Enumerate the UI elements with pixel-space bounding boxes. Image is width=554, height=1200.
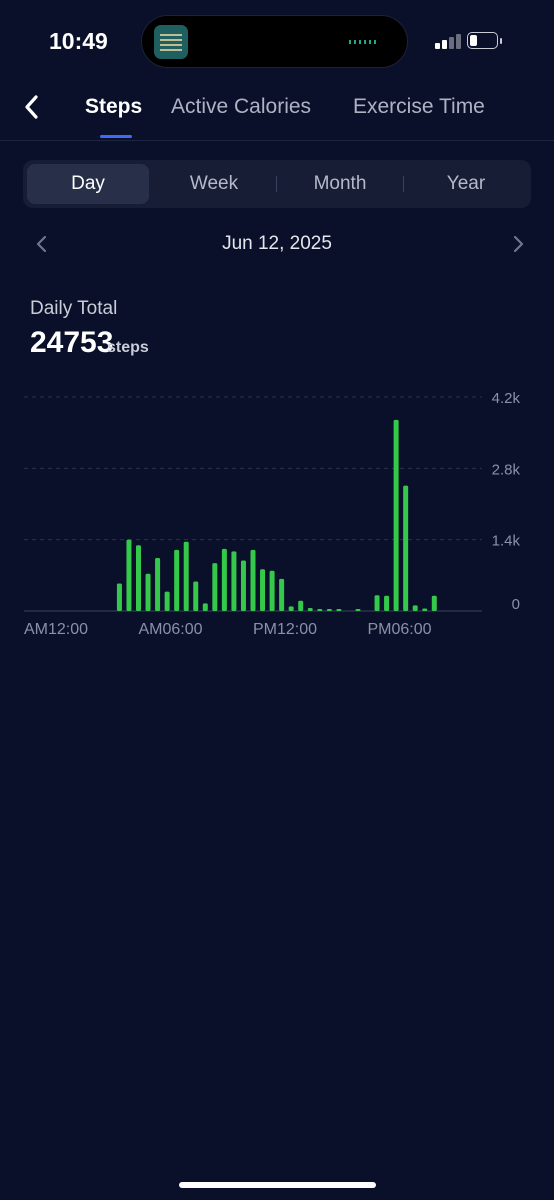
steps-bar <box>431 595 437 611</box>
steps-bar <box>279 578 285 611</box>
steps-bar <box>384 595 390 611</box>
steps-bar <box>336 609 342 611</box>
steps-bar <box>355 608 361 611</box>
chevron-right-icon <box>513 235 524 253</box>
x-tick-label: PM06:00 <box>368 621 432 638</box>
next-day-button[interactable] <box>504 230 532 258</box>
steps-bar <box>126 539 132 611</box>
summary-label: Daily Total <box>30 298 118 319</box>
steps-bar <box>221 548 227 611</box>
y-tick-label: 1.4k <box>492 533 521 550</box>
steps-bar <box>212 563 218 611</box>
segment-divider <box>403 176 404 192</box>
tab-active-calories[interactable]: Active Calories <box>171 95 311 119</box>
period-month[interactable]: Month <box>279 164 401 204</box>
y-tick-label: 0 <box>512 596 520 613</box>
steps-bar <box>193 581 199 611</box>
dynamic-island <box>141 15 408 68</box>
tab-exercise-time[interactable]: Exercise Time <box>353 95 485 119</box>
period-year[interactable]: Year <box>405 164 527 204</box>
steps-bar <box>240 560 246 611</box>
daily-summary: Daily Total 24753 steps <box>30 298 149 359</box>
period-week[interactable]: Week <box>153 164 275 204</box>
steps-bar <box>145 573 151 611</box>
steps-bar <box>393 419 399 611</box>
period-day[interactable]: Day <box>27 164 149 204</box>
cellular-signal-icon <box>435 33 463 49</box>
steps-bar <box>326 608 332 611</box>
current-date: Jun 12, 2025 <box>222 233 332 254</box>
total-steps-unit: steps <box>107 339 149 356</box>
audio-waveform-icon <box>349 40 379 44</box>
steps-bar <box>136 545 141 611</box>
steps-bar <box>116 583 122 611</box>
home-indicator <box>179 1182 376 1188</box>
steps-bar <box>317 608 323 611</box>
metric-tab-bar: Steps Active Calories Exercise Time <box>0 80 554 141</box>
x-tick-label: AM12:00 <box>24 621 88 638</box>
y-tick-label: 2.8k <box>492 461 521 478</box>
steps-bar <box>164 591 170 611</box>
total-steps-value: 24753 <box>30 326 114 359</box>
back-button[interactable] <box>18 92 48 122</box>
steps-bar <box>403 485 409 611</box>
status-time: 10:49 <box>49 28 108 54</box>
steps-bar <box>422 608 428 611</box>
steps-bar <box>412 605 418 611</box>
steps-bar <box>155 558 161 611</box>
date-navigator: Jun 12, 2025 <box>0 224 554 264</box>
steps-bar <box>307 607 313 611</box>
y-tick-label: 4.2k <box>492 390 521 407</box>
active-tab-indicator <box>100 135 132 138</box>
period-selector: Day Week Month Year <box>23 160 531 208</box>
status-bar: 10:49 <box>0 0 554 80</box>
battery-icon <box>467 32 503 50</box>
steps-bar <box>231 551 237 611</box>
hourly-steps-chart: 4.2k 2.8k 1.4k 0 AM12:00 AM06:00 PM12:00 PM06:0… <box>24 390 521 638</box>
chevron-left-icon <box>25 95 38 119</box>
steps-bar <box>250 549 256 611</box>
steps-bar <box>288 606 294 611</box>
tab-steps[interactable]: Steps <box>85 95 142 119</box>
segment-divider <box>276 176 277 192</box>
steps-bar <box>269 570 275 611</box>
steps-bar <box>260 569 266 611</box>
steps-bar <box>374 595 380 611</box>
steps-bar <box>298 600 304 611</box>
steps-bar <box>174 549 180 611</box>
now-playing-artwork <box>154 25 188 59</box>
steps-bar <box>202 603 208 611</box>
x-tick-label: AM06:00 <box>139 621 203 638</box>
x-tick-label: PM12:00 <box>253 621 317 638</box>
steps-bar <box>183 541 189 611</box>
